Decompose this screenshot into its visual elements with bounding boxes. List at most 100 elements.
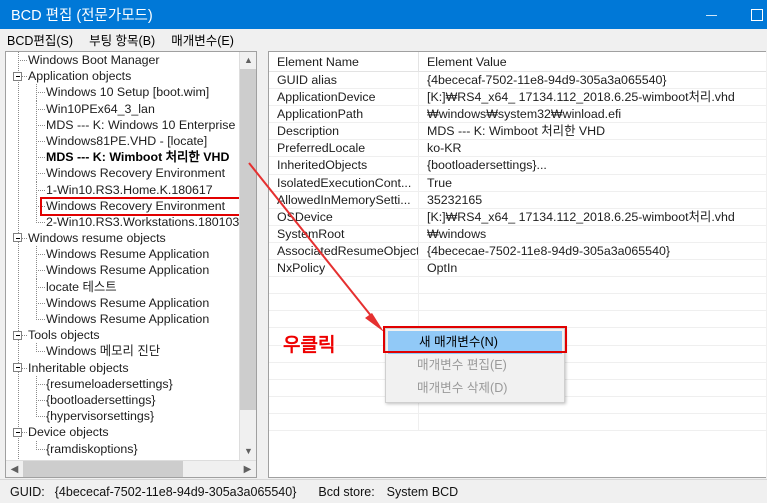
element-name-cell xyxy=(269,413,419,430)
table-row[interactable]: ApplicationDevice [K:]₩RS4_x64_ 17134.112… xyxy=(269,89,766,107)
element-value-cell: {4bececaf-7502-11e8-94d9-305a3a065540} xyxy=(427,73,667,87)
tree-node[interactable]: MDS --- K: Windows 10 Enterprise (V xyxy=(6,116,239,133)
tree-expander-icon[interactable] xyxy=(13,362,22,372)
table-row-empty[interactable] xyxy=(269,277,766,295)
element-name-cell: Description xyxy=(269,123,419,140)
tree-node[interactable]: Windows Resume Application xyxy=(6,294,239,311)
scroll-left-icon[interactable]: ◀ xyxy=(6,461,23,477)
tree-connector xyxy=(36,205,45,207)
element-name-cell: ApplicationPath xyxy=(269,106,419,123)
tree-node-label: Windows Resume Application xyxy=(46,295,210,310)
tree-expander-icon[interactable] xyxy=(13,330,22,340)
tree-connector xyxy=(36,92,45,94)
tree-connector xyxy=(36,302,45,304)
tree-node[interactable]: Inheritable objects xyxy=(6,360,239,376)
maximize-button[interactable] xyxy=(734,0,767,29)
scroll-right-icon[interactable]: ▶ xyxy=(239,461,256,477)
tree-node[interactable]: locate 테스트 xyxy=(6,278,239,295)
tree-node[interactable]: Windows Recovery Environment xyxy=(6,165,239,182)
tree-node[interactable]: 1-Win10.RS3.Home.K.180617 xyxy=(6,181,239,198)
tree-node[interactable]: Windows Resume Application xyxy=(6,311,239,327)
tree-node-label: Windows Resume Application xyxy=(46,247,210,262)
tree-hscroll-thumb[interactable] xyxy=(23,461,183,477)
bcd-object-tree[interactable]: Windows Boot Manager Application objects W… xyxy=(5,51,257,478)
menu-item-bcd-edit[interactable]: BCD편집(S) xyxy=(7,28,73,51)
element-value-cell: [K:]₩RS4_x64_ 17134.112_2018.6.25-wimboo… xyxy=(427,209,735,224)
table-row[interactable]: GUID alias {4bececaf-7502-11e8-94d9-305a3… xyxy=(269,72,766,90)
tree-node-label: MDS --- K: Windows 10 Enterprise (V xyxy=(46,117,239,132)
tree-node-label: locate 테스트 xyxy=(46,279,117,294)
element-list-view[interactable]: Element Name Element Value GUID alias {4b… xyxy=(268,51,766,478)
table-row[interactable]: AllowedInMemorySetti... 35232165 xyxy=(269,191,766,209)
tree-horizontal-scrollbar[interactable]: ◀ ▶ xyxy=(6,460,256,477)
element-value-cell: ko-KR xyxy=(427,141,462,156)
table-row[interactable]: Description MDS --- K: Wimboot 처리한 VHD xyxy=(269,123,766,141)
column-header-element-name[interactable]: Element Name xyxy=(269,52,419,71)
tree-node[interactable]: Windows 10 Setup [boot.wim] xyxy=(6,84,239,101)
tree-node[interactable]: {hypervisorsettings} xyxy=(6,408,239,424)
tree-expander-icon[interactable] xyxy=(13,233,22,243)
menu-item-boot-entry[interactable]: 부팅 항목(B) xyxy=(89,28,155,51)
tree-node-label: Win10PEx64_3_lan xyxy=(46,101,155,116)
context-menu-item-new-parameter[interactable]: 새 매개변수(N) xyxy=(388,331,562,354)
tree-node[interactable]: Windows81PE.VHD - [locate] xyxy=(6,132,239,150)
tree-connector xyxy=(36,408,37,417)
tree-connector xyxy=(36,157,45,159)
tree-node[interactable]: Windows Boot Manager xyxy=(6,52,239,68)
table-row[interactable]: AssociatedResumeObject {4bececae-7502-11e… xyxy=(269,242,766,261)
tree-node[interactable]: Windows 메모리 진단 xyxy=(6,343,239,359)
element-value-cell xyxy=(419,311,766,327)
tree-node[interactable]: {resumeloadersettings} xyxy=(6,375,239,392)
scroll-down-icon[interactable]: ▼ xyxy=(240,443,256,460)
tree-expander-icon[interactable] xyxy=(13,71,22,81)
table-row-empty[interactable] xyxy=(269,413,766,431)
maximize-icon xyxy=(751,8,763,21)
tree-node[interactable]: 2-Win10.RS3.Workstations.180103 xyxy=(6,213,239,230)
table-row[interactable]: PreferredLocale ko-KR xyxy=(269,140,766,158)
context-menu[interactable]: 새 매개변수(N) 매개변수 편집(E) 매개변수 삭제(D) xyxy=(385,328,565,403)
table-row-empty[interactable] xyxy=(269,311,766,329)
tree-node[interactable]: {ramdiskoptions} xyxy=(6,440,239,457)
table-row[interactable]: SystemRoot ₩windows xyxy=(269,225,766,243)
table-row[interactable]: IsolatedExecutionCont... True xyxy=(269,174,766,192)
element-name-cell xyxy=(269,277,419,294)
status-store-value: System BCD xyxy=(386,484,459,499)
table-row[interactable]: InheritedObjects {bootloadersettings}... xyxy=(269,157,766,175)
table-row-empty[interactable] xyxy=(269,294,766,312)
tree-node[interactable]: Device objects xyxy=(6,424,239,440)
table-row[interactable]: NxPolicy OptIn xyxy=(269,260,766,278)
status-bar: GUID: {4bececaf-7502-11e8-94d9-305a3a065… xyxy=(0,479,767,503)
tree-vscroll-thumb[interactable] xyxy=(240,69,256,410)
menu-item-parameter[interactable]: 매개변수(E) xyxy=(171,28,234,51)
tree-connector xyxy=(36,351,45,353)
table-row[interactable]: ApplicationPath ₩windows₩system32₩winload… xyxy=(269,106,766,124)
tree-node[interactable]: Windows Recovery Environment xyxy=(6,197,239,214)
tree-connector xyxy=(36,221,45,223)
tree-node-label: Windows81PE.VHD - [locate] xyxy=(46,133,208,148)
tree-node[interactable]: MDS --- K: Wimboot 처리한 VHD xyxy=(6,149,239,166)
tree-node[interactable]: {bootloadersettings} xyxy=(6,391,239,409)
tree-connector xyxy=(36,319,45,320)
tree-connector xyxy=(36,189,45,191)
element-name-cell: SystemRoot xyxy=(269,225,419,242)
table-row[interactable]: OSDevice [K:]₩RS4_x64_ 17134.112_2018.6.2… xyxy=(269,208,766,226)
tree-node[interactable]: Tools objects xyxy=(6,327,239,343)
tree-vertical-scrollbar[interactable]: ▲ ▼ xyxy=(239,52,256,460)
tree-node[interactable]: Application objects xyxy=(6,68,239,84)
tree-expander-icon[interactable] xyxy=(13,427,22,437)
tree-node[interactable]: Windows resume objects xyxy=(6,230,239,246)
tree-node[interactable]: Win10PEx64_3_lan xyxy=(6,100,239,117)
element-name-cell: IsolatedExecutionCont... xyxy=(269,174,419,191)
tree-node-label: {bootloadersettings} xyxy=(46,392,156,407)
tree-connector xyxy=(36,416,45,418)
tree-node[interactable]: Windows Resume Application xyxy=(6,262,239,279)
tree-connector xyxy=(36,270,45,272)
minimize-button[interactable] xyxy=(688,0,734,29)
tree-node-list: Windows Boot Manager Application objects W… xyxy=(6,52,239,457)
tree-node-label: Windows Recovery Environment xyxy=(46,166,226,181)
tree-node[interactable]: Windows Resume Application xyxy=(6,246,239,263)
context-menu-item-edit-parameter: 매개변수 편집(E) xyxy=(417,358,507,372)
scroll-up-icon[interactable]: ▲ xyxy=(240,52,256,69)
tree-connector xyxy=(36,448,45,450)
column-header-element-value[interactable]: Element Value xyxy=(419,52,766,71)
